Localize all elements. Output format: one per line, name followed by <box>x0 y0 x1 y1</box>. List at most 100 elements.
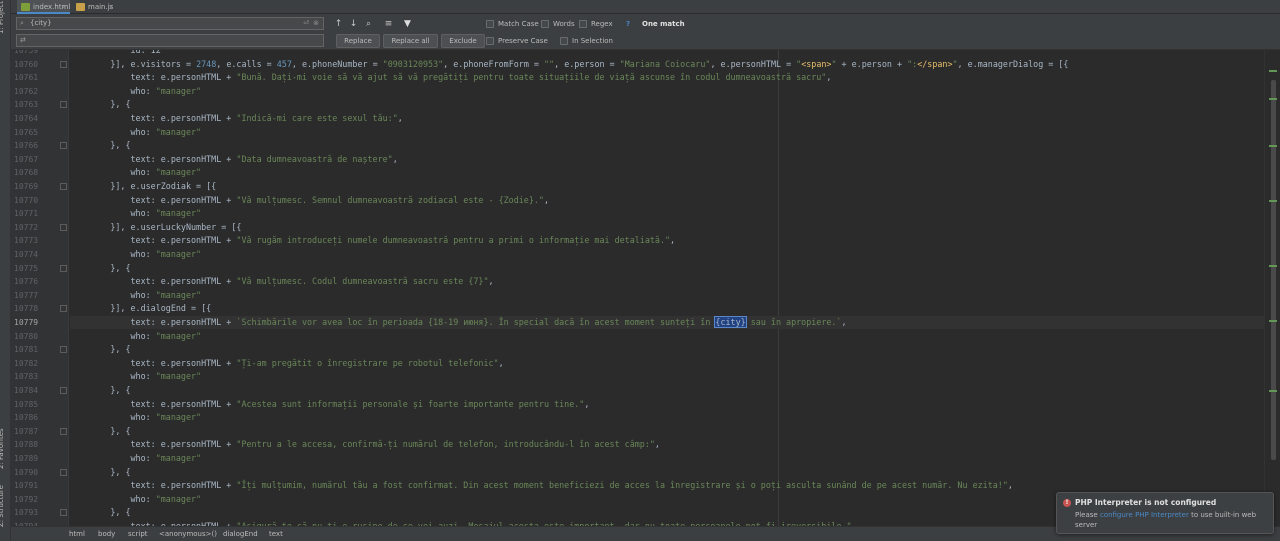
code-line[interactable]: }, { <box>70 384 131 397</box>
error-stripe-marker[interactable] <box>1269 265 1277 267</box>
code-line[interactable]: who: "manager" <box>70 166 202 179</box>
in-selection-checkbox[interactable]: In Selection <box>560 36 613 46</box>
code-line[interactable]: text: e.personHTML + "Bună. Dați-mi voie… <box>70 71 832 84</box>
error-stripe-marker[interactable] <box>1269 145 1277 147</box>
error-stripe-marker[interactable] <box>1269 70 1277 72</box>
breadcrumb-item[interactable]: body <box>98 527 115 541</box>
error-stripe-marker[interactable] <box>1269 200 1277 202</box>
line-number: 10768 <box>14 168 39 178</box>
code-line[interactable]: who: "manager" <box>70 330 202 343</box>
code-line[interactable]: text: e.personHTML + `Schimbările vor av… <box>70 316 847 329</box>
breadcrumb-item[interactable]: script <box>128 527 148 541</box>
error-stripe-marker[interactable] <box>1269 320 1277 322</box>
code-line[interactable]: }, { <box>70 262 130 275</box>
code-line[interactable]: }, { <box>70 466 130 479</box>
code-line[interactable]: text: e.personHTML + "Data dumneavoastră… <box>70 153 398 166</box>
find-all-icon[interactable]: ⌕ <box>363 18 374 30</box>
code-line[interactable]: }], e.dialogEnd = [{ <box>70 302 211 315</box>
code-line[interactable]: who: "manager" <box>70 126 202 139</box>
clear-icon[interactable]: ⊗ <box>313 18 319 29</box>
fold-icon[interactable] <box>60 60 67 68</box>
php-interpreter-notification[interactable]: ! PHP Interpreter is not configured Plea… <box>1056 492 1274 534</box>
tab-main-js[interactable]: main.js × <box>72 0 117 14</box>
previous-occurrence-icon[interactable]: ↑ <box>333 18 344 30</box>
search-input[interactable]: ⌕ {city} ⏎ ⊗ <box>16 17 324 30</box>
fold-icon[interactable] <box>60 264 67 272</box>
select-all-occurrences-icon[interactable]: ≡ <box>383 18 394 30</box>
regex-help-link[interactable]: ? <box>626 19 630 29</box>
code-token: }, { <box>70 425 131 436</box>
close-icon[interactable]: × <box>108 0 114 14</box>
vertical-scrollbar[interactable] <box>1264 50 1280 526</box>
code-line[interactable]: who: "manager" <box>70 370 202 383</box>
code-token: "manager" <box>155 249 202 259</box>
code-editor[interactable]: id: 12 }], e.visitors = 2748, e.calls = … <box>70 50 1264 526</box>
code-line[interactable]: who: "manager" <box>70 248 202 261</box>
code-line[interactable]: }], e.visitors = 2748, e.calls = 457, e.… <box>70 58 1068 71</box>
breadcrumb-item[interactable]: html <box>69 527 85 541</box>
code-line[interactable]: text: e.personHTML + "Vă mulțumesc. Semn… <box>70 194 550 207</box>
code-line[interactable]: id: 12 <box>70 50 161 57</box>
replace-button[interactable]: Replace <box>336 34 380 48</box>
code-token: }, { <box>70 385 131 395</box>
regex-checkbox[interactable]: Regex <box>579 19 613 29</box>
search-value: {city} <box>30 19 52 27</box>
code-line[interactable]: who: "manager" <box>70 411 202 424</box>
code-line[interactable]: text: e.personHTML + "Îți mulțumim, numă… <box>70 479 1013 492</box>
code-line[interactable]: who: "manager" <box>70 493 202 506</box>
code-line[interactable]: }, { <box>70 506 130 519</box>
close-icon[interactable]: × <box>61 0 67 14</box>
fold-icon[interactable] <box>60 101 67 109</box>
search-icon: ⌕ <box>20 19 24 27</box>
code-line[interactable]: text: e.personHTML + "Vă mulțumesc. Codu… <box>70 275 494 288</box>
right-margin-guide <box>778 50 779 526</box>
match-case-checkbox[interactable]: Match Case <box>486 19 539 29</box>
code-line[interactable]: }], e.userZodiak = [{ <box>70 180 216 193</box>
fold-icon[interactable] <box>60 346 67 354</box>
code-token: }, { <box>70 344 131 355</box>
preserve-case-checkbox[interactable]: Preserve Case <box>486 36 548 46</box>
fold-icon[interactable] <box>60 509 67 517</box>
breadcrumb-item[interactable]: text <box>269 527 283 541</box>
new-line-icon[interactable]: ⏎ <box>303 18 309 29</box>
fold-icon[interactable] <box>60 142 67 150</box>
breadcrumb-item[interactable]: dialogEnd <box>223 527 258 541</box>
words-checkbox[interactable]: Words <box>541 19 575 29</box>
code-line[interactable]: who: "manager" <box>70 289 202 302</box>
code-token: who: <box>70 453 156 463</box>
code-line[interactable]: }], e.userLuckyNumber = [{ <box>70 221 241 234</box>
filter-icon[interactable]: ▼ <box>402 18 413 30</box>
scrollbar-thumb[interactable] <box>1271 80 1276 460</box>
code-line[interactable]: }, { <box>70 98 130 111</box>
code-line[interactable]: }, { <box>70 139 130 152</box>
breadcrumb-item[interactable]: <anonymous>() <box>159 527 217 541</box>
code-line[interactable]: text: e.personHTML + "Pentru a le accesa… <box>70 438 660 451</box>
code-line[interactable]: text: e.personHTML + "Acestea sunt infor… <box>70 398 590 411</box>
tab-index-html[interactable]: index.html × <box>17 0 70 14</box>
line-number-gutter[interactable]: 10759 10760 10761 10762 10763 10764 10765 10766… <box>11 50 69 526</box>
code-line[interactable]: }, { <box>70 343 131 356</box>
code-line[interactable]: who: "manager" <box>70 85 202 98</box>
code-line[interactable]: text: e.personHTML + "Indică-mi care est… <box>70 112 403 125</box>
code-line[interactable]: text: e.personHTML + "Ți-am pregătit o î… <box>70 357 504 370</box>
next-occurrence-icon[interactable]: ↓ <box>348 18 359 30</box>
fold-icon[interactable] <box>60 427 67 435</box>
fold-icon[interactable] <box>60 183 67 190</box>
code-token: "Vă rugăm introduceți numele dumneavoast… <box>236 235 671 246</box>
code-line[interactable]: text: e.personHTML + "Vă rugăm introduce… <box>70 234 676 247</box>
replace-all-button[interactable]: Replace all <box>383 34 438 48</box>
fold-icon[interactable] <box>60 387 67 394</box>
code-token: "manager" <box>155 453 202 463</box>
line-number: 10759 <box>14 50 39 55</box>
replace-input[interactable]: ⇄ <box>16 34 324 47</box>
code-line[interactable]: who: "manager" <box>70 452 202 465</box>
exclude-button[interactable]: Exclude <box>441 34 485 48</box>
fold-icon[interactable] <box>60 223 67 231</box>
error-stripe-marker[interactable] <box>1269 98 1277 100</box>
configure-php-interpreter-link[interactable]: configure PHP Interpreter <box>1100 511 1189 519</box>
code-line[interactable]: }, { <box>70 425 131 438</box>
fold-icon[interactable] <box>60 305 67 313</box>
code-line[interactable]: who: "manager" <box>70 207 202 220</box>
error-stripe-marker[interactable] <box>1269 390 1277 392</box>
fold-icon[interactable] <box>60 468 67 476</box>
